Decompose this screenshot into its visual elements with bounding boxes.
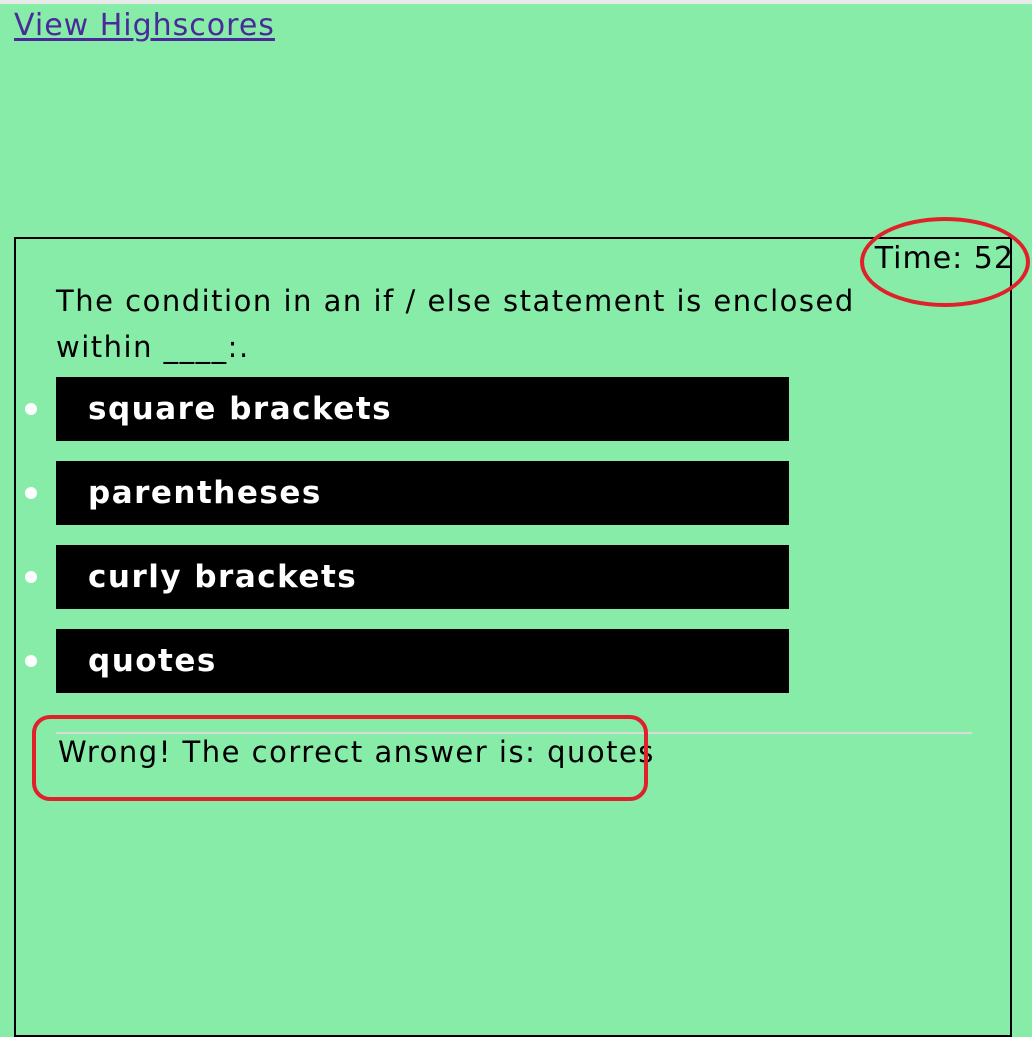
choice-button-curly-brackets[interactable]: curly brackets bbox=[56, 545, 789, 609]
top-rule bbox=[0, 0, 1032, 4]
question-text: The condition in an if / else statement … bbox=[56, 284, 855, 364]
choice-button-quotes[interactable]: quotes bbox=[56, 629, 789, 693]
choice-item: quotes bbox=[0, 629, 800, 693]
choice-item: square brackets bbox=[0, 377, 800, 441]
bullet-icon bbox=[25, 403, 37, 415]
bullet-icon bbox=[25, 487, 37, 499]
view-highscores-link[interactable]: View Highscores bbox=[14, 8, 275, 43]
choice-item: parentheses bbox=[0, 461, 800, 525]
choice-button-square-brackets[interactable]: square brackets bbox=[56, 377, 789, 441]
choice-button-parentheses[interactable]: parentheses bbox=[56, 461, 789, 525]
timer-highlight-annotation bbox=[860, 217, 1030, 307]
bullet-icon bbox=[25, 571, 37, 583]
bullet-icon bbox=[25, 655, 37, 667]
choice-item: curly brackets bbox=[0, 545, 800, 609]
feedback-highlight-annotation bbox=[32, 715, 648, 801]
